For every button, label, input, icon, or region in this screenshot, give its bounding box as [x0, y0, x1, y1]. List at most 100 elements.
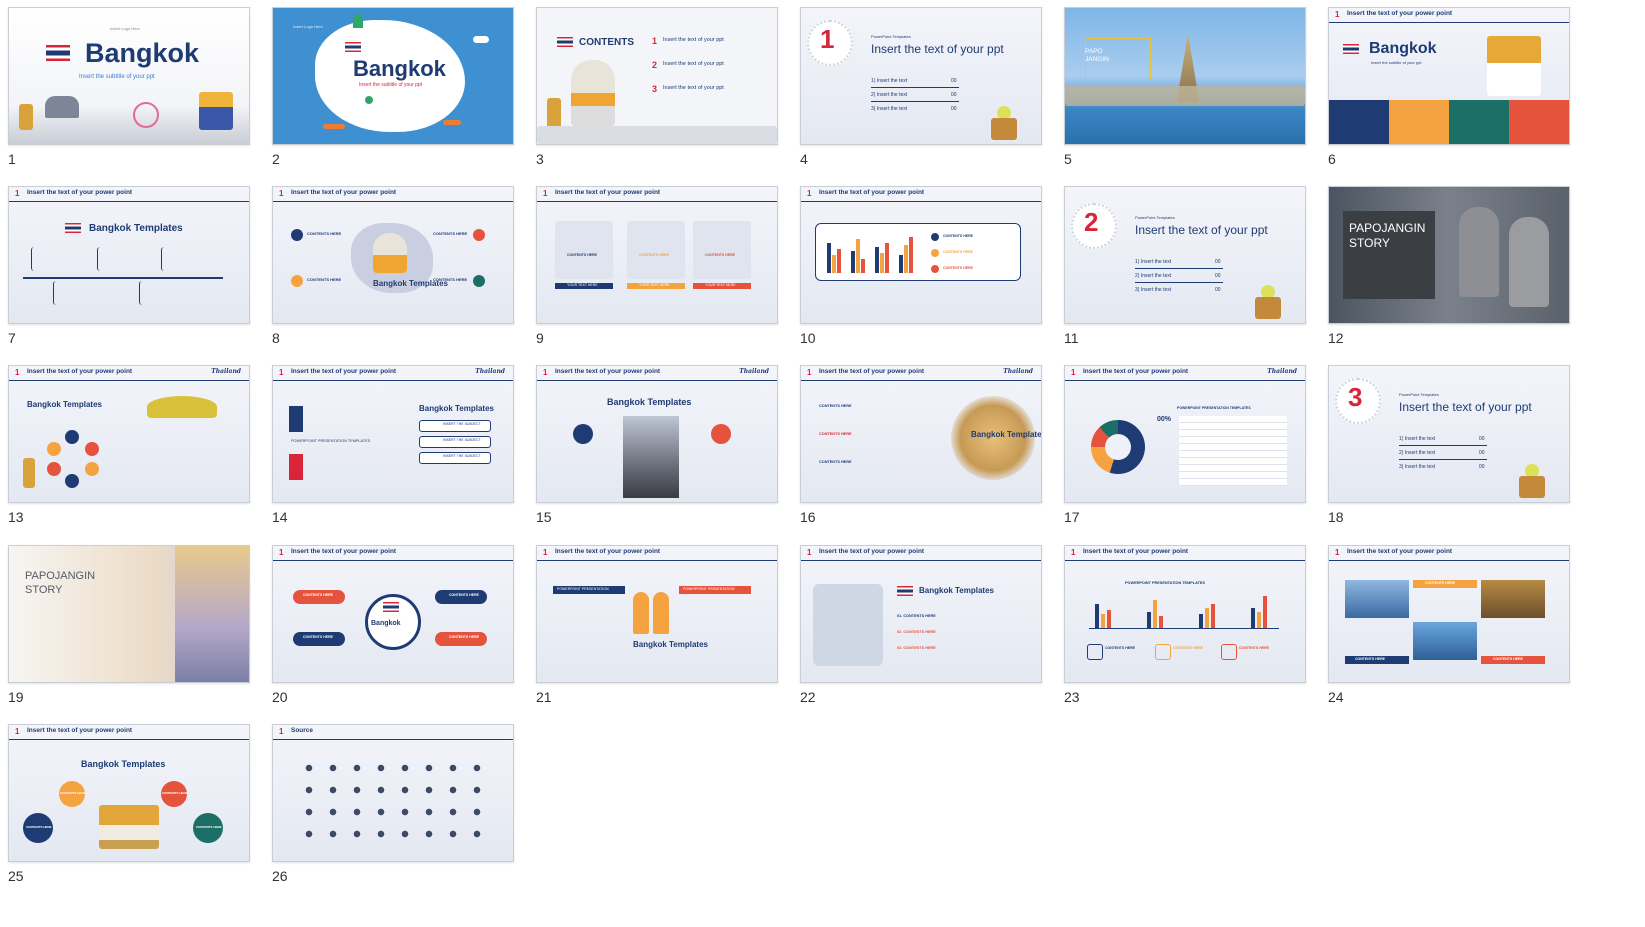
slide-thumbnail-18[interactable]: 3 PowerPoint Templates Insert the text o… [1328, 365, 1570, 535]
content-label: CONTENTS HERE [1173, 646, 1203, 650]
slide-number: 9 [536, 330, 544, 346]
subject-button[interactable]: INSERT THE SUBJECT [443, 438, 481, 442]
slide-preview[interactable]: 1 Insert the text of your power point POW… [1064, 545, 1306, 683]
slide-preview[interactable]: 1 Insert the text of your power point Thai… [1064, 365, 1306, 503]
slide-thumbnail-4[interactable]: 1 PowerPoint Templates Insert the text o… [800, 7, 1042, 177]
toc-item[interactable]: Insert the text of your ppt [663, 61, 724, 67]
slide-thumbnail-3[interactable]: CONTENTS 1 Insert the text of your ppt 2… [536, 7, 778, 177]
slide-preview[interactable]: 1 Insert the text of your power point Ban… [272, 545, 514, 683]
slide-title: Bangkok Templates [89, 223, 183, 234]
text-button[interactable]: YOUR TEXT HERE [639, 283, 670, 287]
agenda-value: 00 [1479, 464, 1485, 470]
content-label: CONTENTS HERE [567, 253, 597, 257]
slide-thumbnail-26[interactable]: 1 Source 26 [272, 724, 514, 894]
slide-thumbnail-19[interactable]: PAPOJANGIN STORY 19 [8, 545, 250, 715]
slide-preview[interactable]: 1 Insert the text of your power point CON… [1328, 545, 1570, 683]
slide-preview[interactable]: 1 Insert the text of your power point Thai… [272, 365, 514, 503]
slide-thumbnail-1[interactable]: Insert Logo Here Bangkok Insert the subt… [8, 7, 250, 177]
section-kicker: PowerPoint Templates [1399, 392, 1439, 397]
slide-thumbnail-21[interactable]: 1 Insert the text of your power point POW… [536, 545, 778, 715]
subject-button[interactable]: INSERT THE SUBJECT [443, 454, 481, 458]
slide-thumbnail-5[interactable]: PAPO JANGIN 5 [1064, 7, 1306, 177]
section-title: Insert the text of your ppt [1135, 223, 1268, 237]
slide-thumbnail-14[interactable]: 1 Insert the text of your power point Thai… [272, 365, 514, 535]
slide-preview[interactable]: 1 Insert the text of your power point Ban… [8, 724, 250, 862]
slide-preview[interactable]: 1 Insert the text of your power point Ban… [800, 545, 1042, 683]
slide-thumbnail-10[interactable]: 1 Insert the text of your power point CON… [800, 186, 1042, 356]
agenda-value: 00 [1215, 259, 1221, 265]
slide-thumbnail-22[interactable]: 1 Insert the text of your power point Ban… [800, 545, 1042, 715]
slide-preview[interactable]: 1 Insert the text of your power point Thai… [536, 365, 778, 503]
slide-thumbnail-7[interactable]: 1 Insert the text of your power point Ban… [8, 186, 250, 356]
text-button[interactable]: YOUR TEXT HERE [567, 283, 598, 287]
thai-flag-icon [557, 37, 573, 47]
slide-preview[interactable]: 1 Insert the text of your power point Thai… [800, 365, 1042, 503]
slide-preview[interactable]: 1 PowerPoint Templates Insert the text o… [800, 7, 1042, 145]
elephant-icon [45, 96, 79, 118]
content-label: CONTENTS HERE [1105, 646, 1135, 650]
content-label: CONTENTS HERE [943, 266, 973, 270]
slide-header: Insert the text of your power point [27, 727, 133, 734]
slide-thumbnail-12[interactable]: PAPOJANGIN STORY 12 [1328, 186, 1570, 356]
slide-header: Insert the text of your power point [1347, 548, 1453, 555]
slide-preview[interactable]: Insert Logo Here Bangkok Insert the subt… [8, 7, 250, 145]
slide-preview[interactable]: 1 Insert the text of your power point Ban… [8, 186, 250, 324]
text-button[interactable]: YOUR TEXT HERE [705, 283, 736, 287]
slide-thumbnail-17[interactable]: 1 Insert the text of your power point Thai… [1064, 365, 1306, 535]
slide-preview[interactable]: 1 Insert the text of your power point Thai… [8, 365, 250, 503]
content-label: CONTENTS HERE [1425, 581, 1455, 585]
content-label: CONTENTS HERE [303, 635, 333, 639]
slide-preview[interactable]: 1 Insert the text of your power point CON… [536, 186, 778, 324]
slide-header: Insert the text of your power point [819, 548, 925, 555]
slide-number: 17 [1064, 509, 1080, 525]
slide-preview[interactable]: 1 Insert the text of your power point Ban… [272, 186, 514, 324]
slide-thumbnail-6[interactable]: 1 Insert the text of your power point Ban… [1328, 7, 1570, 177]
slide-preview[interactable]: 2 PowerPoint Templates Insert the text o… [1064, 186, 1306, 324]
slide-thumbnail-24[interactable]: 1 Insert the text of your power point CON… [1328, 545, 1570, 715]
slide-preview[interactable]: 1 Insert the text of your power point CON… [800, 186, 1042, 324]
section-number: 3 [1348, 382, 1363, 412]
content-label: CONTENTS HERE [1239, 646, 1269, 650]
content-label: CONTENTS HERE [196, 825, 222, 829]
slide-preview[interactable]: 3 PowerPoint Templates Insert the text o… [1328, 365, 1570, 503]
icon-set-grid [297, 757, 489, 847]
slide-thumbnail-13[interactable]: 1 Insert the text of your power point Thai… [8, 365, 250, 535]
slide-thumbnail-20[interactable]: 1 Insert the text of your power point Ban… [272, 545, 514, 715]
subject-button[interactable]: INSERT THE SUBJECT [443, 422, 481, 426]
thai-flag-icon [65, 223, 81, 233]
slide-preview[interactable]: PAPO JANGIN [1064, 7, 1306, 145]
content-label: 01. CONTENTS HERE [897, 614, 936, 618]
slide-thumbnail-8[interactable]: 1 Insert the text of your power point Ban… [272, 186, 514, 356]
slide-preview[interactable]: PAPOJANGIN STORY [8, 545, 250, 683]
slide-header: Insert the text of your power point [819, 189, 925, 196]
slide-thumbnail-11[interactable]: 2 PowerPoint Templates Insert the text o… [1064, 186, 1306, 356]
slide-number: 1 [8, 151, 16, 167]
slide-preview[interactable]: 1 Insert the text of your power point Ban… [1328, 7, 1570, 145]
slide-preview[interactable]: Insert Logo Here Bangkok Insert the subt… [272, 7, 514, 145]
slide-preview[interactable]: PAPOJANGIN STORY [1328, 186, 1570, 324]
boat-icon [147, 396, 217, 418]
temple-icon [1519, 476, 1545, 498]
slide-preview[interactable]: 1 Insert the text of your power point POW… [536, 545, 778, 683]
slide-preview[interactable]: CONTENTS 1 Insert the text of your ppt 2… [536, 7, 778, 145]
slide-thumbnail-25[interactable]: 1 Insert the text of your power point Ban… [8, 724, 250, 894]
slide-thumbnail-9[interactable]: 1 Insert the text of your power point CON… [536, 186, 778, 356]
slide-thumbnail-16[interactable]: 1 Insert the text of your power point Thai… [800, 365, 1042, 535]
boat-icon [323, 124, 345, 129]
bar-chart [823, 229, 923, 273]
slide-thumbnail-2[interactable]: Insert Logo Here Bangkok Insert the subt… [272, 7, 514, 177]
slide-thumbnail-15[interactable]: 1 Insert the text of your power point Thai… [536, 365, 778, 535]
thai-flag-icon [383, 602, 399, 612]
slide-number: 21 [536, 689, 552, 705]
chart-caption: POWERPOINT PRESENTATION TEMPLATES [1125, 581, 1205, 585]
slide-preview[interactable]: 1 Source [272, 724, 514, 862]
content-label: CONTENTS HERE [705, 253, 735, 257]
thailand-logo: Thailand [475, 368, 505, 375]
slide-title: Bangkok Templates [419, 404, 494, 413]
agenda-value: 00 [951, 92, 957, 98]
toc-item[interactable]: Insert the text of your ppt [663, 37, 724, 43]
slide-thumbnail-23[interactable]: 1 Insert the text of your power point POW… [1064, 545, 1306, 715]
toc-item[interactable]: Insert the text of your ppt [663, 85, 724, 91]
content-label: CONTENTS HERE [449, 593, 479, 597]
percentage-value: 00% [1157, 416, 1172, 423]
